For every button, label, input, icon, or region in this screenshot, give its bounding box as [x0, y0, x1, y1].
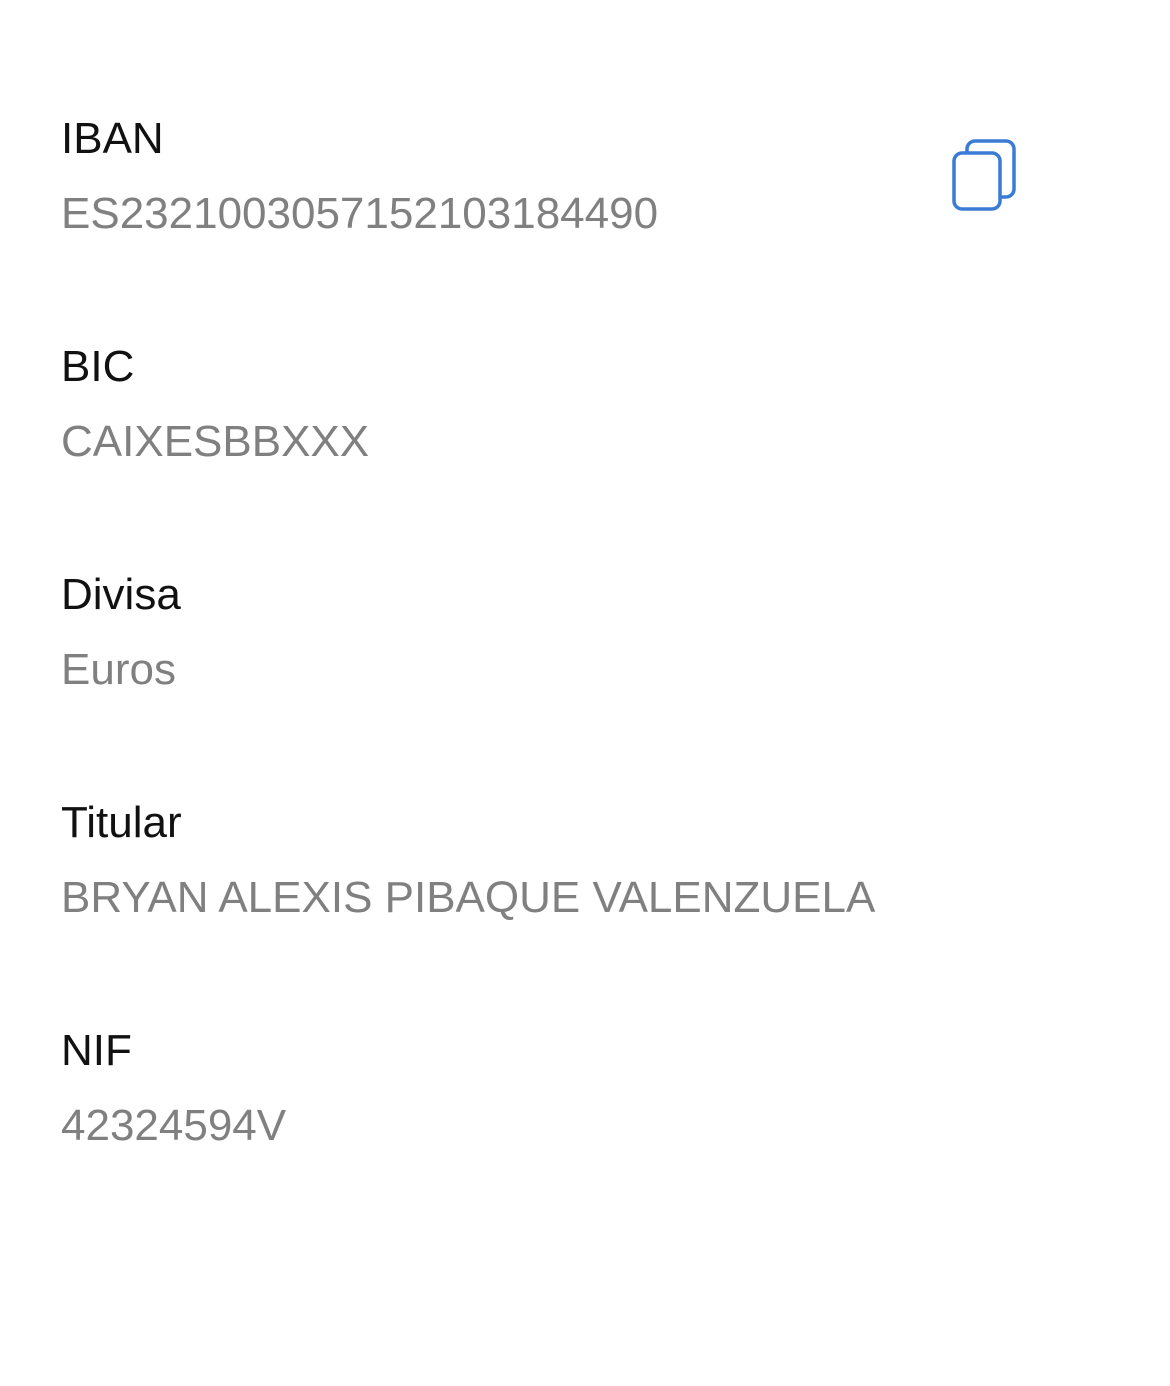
copy-iban-button[interactable] [935, 126, 1035, 226]
bic-value[interactable]: CAIXESBBXXX [61, 416, 369, 468]
nif-value[interactable]: 42324594V [61, 1100, 286, 1152]
field-bic: BIC CAIXESBBXXX [61, 341, 1111, 501]
nif-label: NIF [61, 1026, 132, 1075]
field-titular: Titular BRYAN ALEXIS PIBAQUE VALENZUELA [61, 797, 1111, 957]
divisa-value[interactable]: Euros [61, 644, 176, 696]
field-divisa: Divisa Euros [61, 569, 1111, 729]
field-nif: NIF 42324594V [61, 1025, 1111, 1185]
titular-label: Titular [61, 798, 182, 847]
copy-icon [952, 139, 1016, 211]
divisa-label: Divisa [61, 570, 181, 619]
iban-value[interactable]: ES2321003057152103184490 [61, 188, 658, 240]
bic-label: BIC [61, 342, 135, 391]
titular-value[interactable]: BRYAN ALEXIS PIBAQUE VALENZUELA [61, 872, 875, 924]
iban-label: IBAN [61, 114, 164, 163]
